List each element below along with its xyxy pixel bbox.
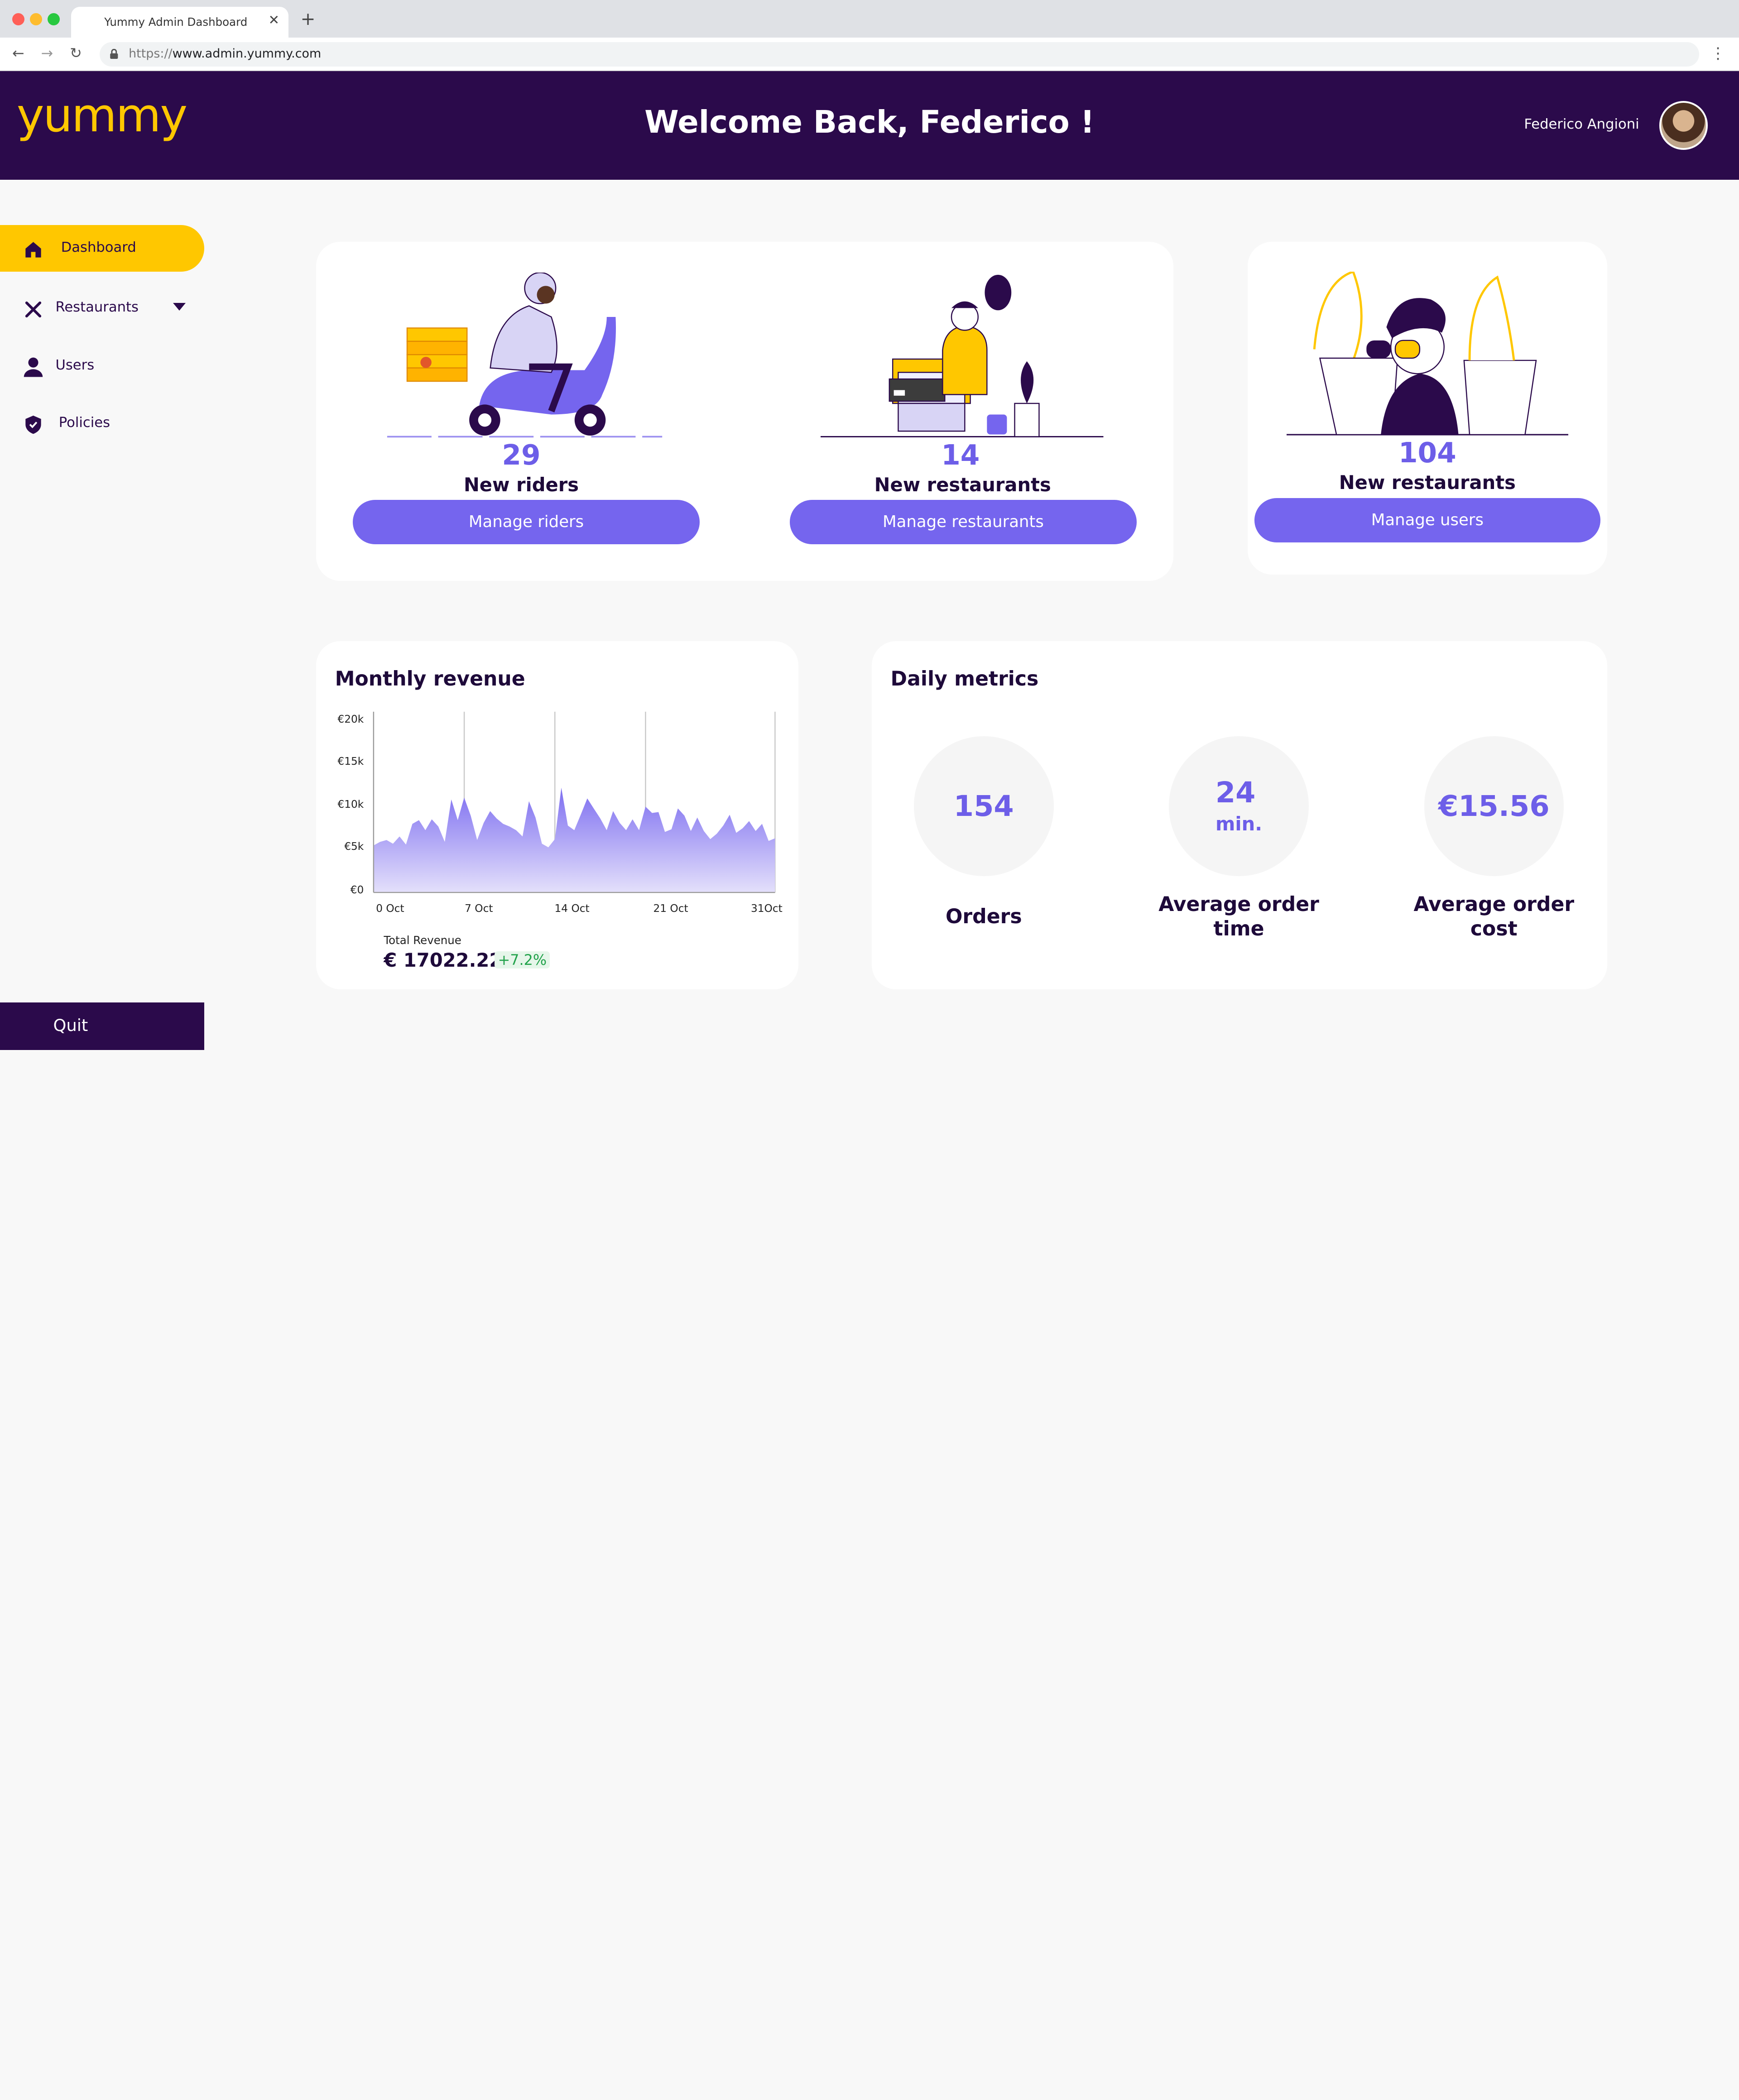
browser-address-bar: ← → ↻ https://www.admin.yummy.com ⋮ [0, 38, 1739, 71]
manage-users-button[interactable]: Manage users [1254, 498, 1600, 542]
revenue-area [374, 788, 775, 893]
sidebar-item-dashboard[interactable]: Dashboard [0, 225, 204, 272]
total-revenue-value: € 17022.22 [384, 949, 503, 972]
browser-menu-icon[interactable]: ⋮ [1710, 44, 1725, 62]
tab-close-icon[interactable]: ✕ [269, 12, 280, 28]
y-tick: €15k [337, 755, 364, 767]
user-search-illustration [1286, 271, 1568, 436]
url-text: https://www.admin.yummy.com [129, 47, 321, 61]
total-revenue-label: Total Revenue [384, 934, 461, 947]
sidebar-item-users[interactable]: Users [0, 343, 204, 389]
y-tick: €0 [350, 883, 364, 896]
browser-tab[interactable]: Yummy Admin Dashboard ✕ [71, 6, 288, 40]
restaurant-illustration [821, 275, 1104, 438]
x-tick: 14 Oct [554, 902, 590, 915]
revenue-delta-badge: +7.2% [495, 951, 550, 969]
new-users-card: 104 New restaurants Manage users [1248, 241, 1607, 575]
manage-restaurants-button[interactable]: Manage restaurants [789, 500, 1137, 545]
user-name[interactable]: Federico Angioni [1524, 116, 1639, 132]
url-protocol: https:// [129, 46, 173, 61]
forward-icon[interactable]: → [41, 44, 53, 62]
sidebar-item-label: Restaurants [55, 299, 139, 316]
manage-riders-button[interactable]: Manage riders [352, 500, 700, 545]
x-tick: 31Oct [750, 902, 783, 915]
sidebar-item-label: Dashboard [61, 239, 136, 255]
welcome-title: Welcome Back, Federico ! [644, 104, 1095, 141]
avatar[interactable] [1659, 101, 1708, 150]
avg-order-time-unit: min. [1215, 813, 1263, 835]
x-tick: 21 Oct [653, 902, 688, 915]
url-input[interactable]: https://www.admin.yummy.com [100, 42, 1699, 67]
avg-order-cost-value: €15.56 [1438, 789, 1550, 823]
browser-tab-bar: Yummy Admin Dashboard ✕ + [0, 0, 1739, 40]
avg-order-cost-label: Average order cost [1383, 892, 1605, 941]
quit-button[interactable]: Quit [0, 1002, 204, 1050]
avg-order-time-label: Average order time [1128, 892, 1350, 941]
y-tick: €5k [344, 840, 364, 853]
minimize-window-icon[interactable] [30, 13, 43, 26]
x-tick: 0 Oct [376, 902, 404, 915]
back-icon[interactable]: ← [12, 44, 24, 62]
tab-title: Yummy Admin Dashboard [104, 15, 248, 29]
url-host: www.admin.yummy.com [172, 46, 322, 61]
sidebar-item-policies[interactable]: Policies [0, 400, 204, 447]
quit-label: Quit [53, 1016, 88, 1036]
orders-value: 154 [953, 789, 1014, 823]
sidebar-item-label: Policies [58, 414, 110, 431]
reload-icon[interactable]: ↻ [70, 44, 82, 62]
sidebar-item-restaurants[interactable]: Restaurants [0, 285, 204, 331]
app-header: yummy Welcome Back, Federico ! Federico … [0, 71, 1739, 180]
new-partners-card: 29 New riders Manage riders 14 New resta… [316, 241, 1174, 581]
label-line: cost [1470, 917, 1518, 941]
cutlery-icon [25, 301, 42, 317]
new-riders-label: New riders [463, 473, 579, 496]
shield-icon [25, 416, 41, 434]
y-tick: €10k [337, 798, 364, 811]
avg-order-time-value: 24 [1215, 776, 1256, 810]
sidebar-item-label: Users [55, 357, 95, 373]
chevron-down-icon[interactable] [173, 302, 186, 311]
home-icon [25, 241, 41, 258]
revenue-area-chart[interactable] [371, 710, 779, 896]
new-restaurants-count: 14 [941, 439, 980, 471]
new-users-count: 104 [1398, 436, 1456, 469]
rider-illustration [387, 273, 663, 438]
new-tab-icon[interactable]: + [301, 9, 316, 29]
new-users-label: New restaurants [1339, 471, 1516, 494]
maximize-window-icon[interactable] [48, 13, 60, 26]
user-icon [24, 357, 43, 377]
new-riders-count: 29 [502, 439, 541, 471]
orders-label: Orders [945, 905, 1022, 929]
close-window-icon[interactable] [12, 13, 24, 26]
new-restaurants-label: New restaurants [874, 473, 1051, 496]
lock-icon [110, 48, 118, 59]
label-line: time [1213, 917, 1264, 941]
label-line: Average order [1413, 893, 1575, 916]
page: Yummy Admin Dashboard ✕ + ← → ↻ https://… [0, 0, 1739, 1050]
y-tick: €20k [337, 713, 364, 725]
label-line: Average order [1158, 893, 1319, 916]
daily-metrics-title: Daily metrics [890, 667, 1039, 691]
monthly-revenue-title: Monthly revenue [335, 667, 525, 691]
x-tick: 7 Oct [465, 902, 493, 915]
